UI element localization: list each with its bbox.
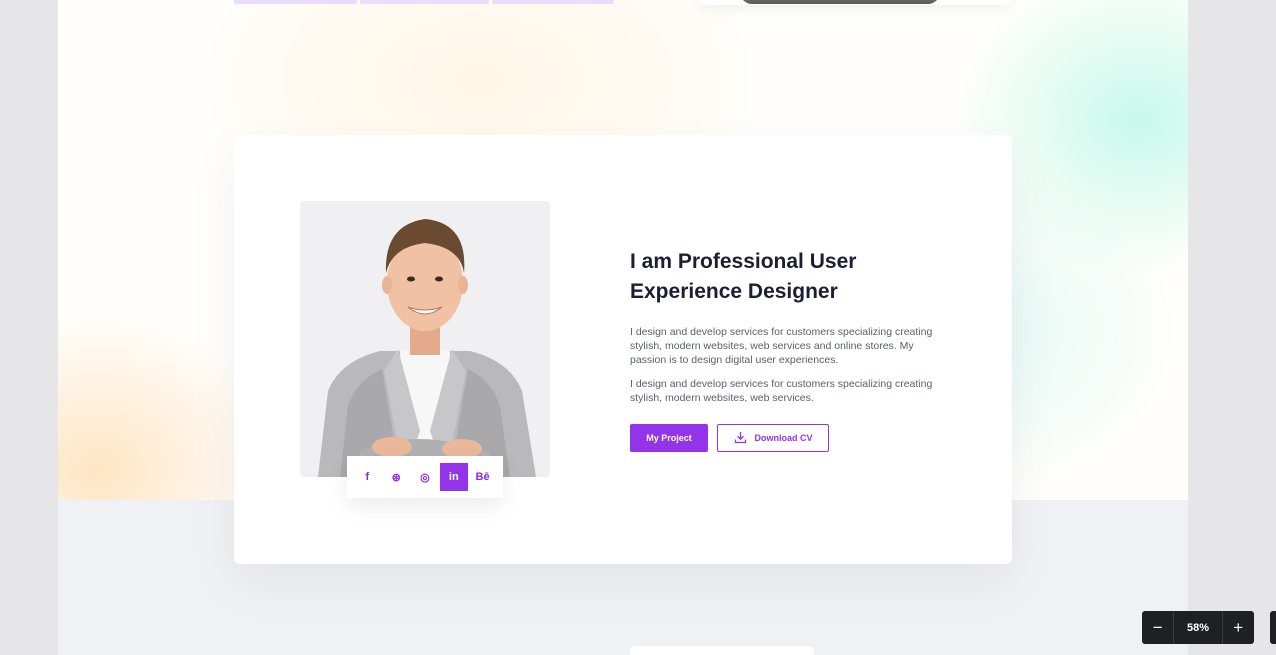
previous-section-image — [740, 0, 940, 4]
zoom-control: − 58% + — [1142, 611, 1254, 644]
about-paragraph-2: I design and develop services for custom… — [630, 378, 933, 404]
download-cv-label: Download CV — [754, 433, 813, 443]
next-section-card — [630, 646, 814, 655]
download-cv-button[interactable]: Download CV — [717, 424, 829, 452]
dribbble-icon[interactable]: ⊛ — [382, 463, 410, 491]
about-section-card: f ⊛ ◎ in Bē I am Professional User Exper… — [234, 135, 1012, 564]
facebook-icon[interactable]: f — [353, 463, 381, 491]
profile-photo — [300, 201, 550, 477]
tag-pill — [360, 0, 489, 4]
zoom-level[interactable]: 58% — [1173, 611, 1223, 644]
my-project-button[interactable]: My Project — [630, 424, 708, 452]
about-heading: I am Professional User Experience Design… — [630, 250, 857, 303]
behance-icon[interactable]: Bē — [469, 463, 497, 491]
tag-pill — [234, 0, 357, 4]
side-panel-toggle[interactable] — [1270, 611, 1276, 644]
person-portrait-illustration — [318, 219, 536, 477]
zoom-out-button[interactable]: − — [1142, 611, 1173, 644]
about-paragraph-1: I design and develop services for custom… — [630, 326, 933, 366]
linkedin-icon[interactable]: in — [439, 463, 468, 491]
tag-pill — [492, 0, 614, 4]
instagram-icon[interactable]: ◎ — [411, 463, 439, 491]
top-tag-strip — [234, 0, 614, 4]
download-icon — [734, 431, 747, 446]
previous-section-card — [698, 0, 1012, 5]
social-links-bar: f ⊛ ◎ in Bē — [347, 456, 503, 498]
editor-canvas: f ⊛ ◎ in Bē I am Professional User Exper… — [58, 0, 1188, 655]
zoom-in-button[interactable]: + — [1223, 611, 1254, 644]
